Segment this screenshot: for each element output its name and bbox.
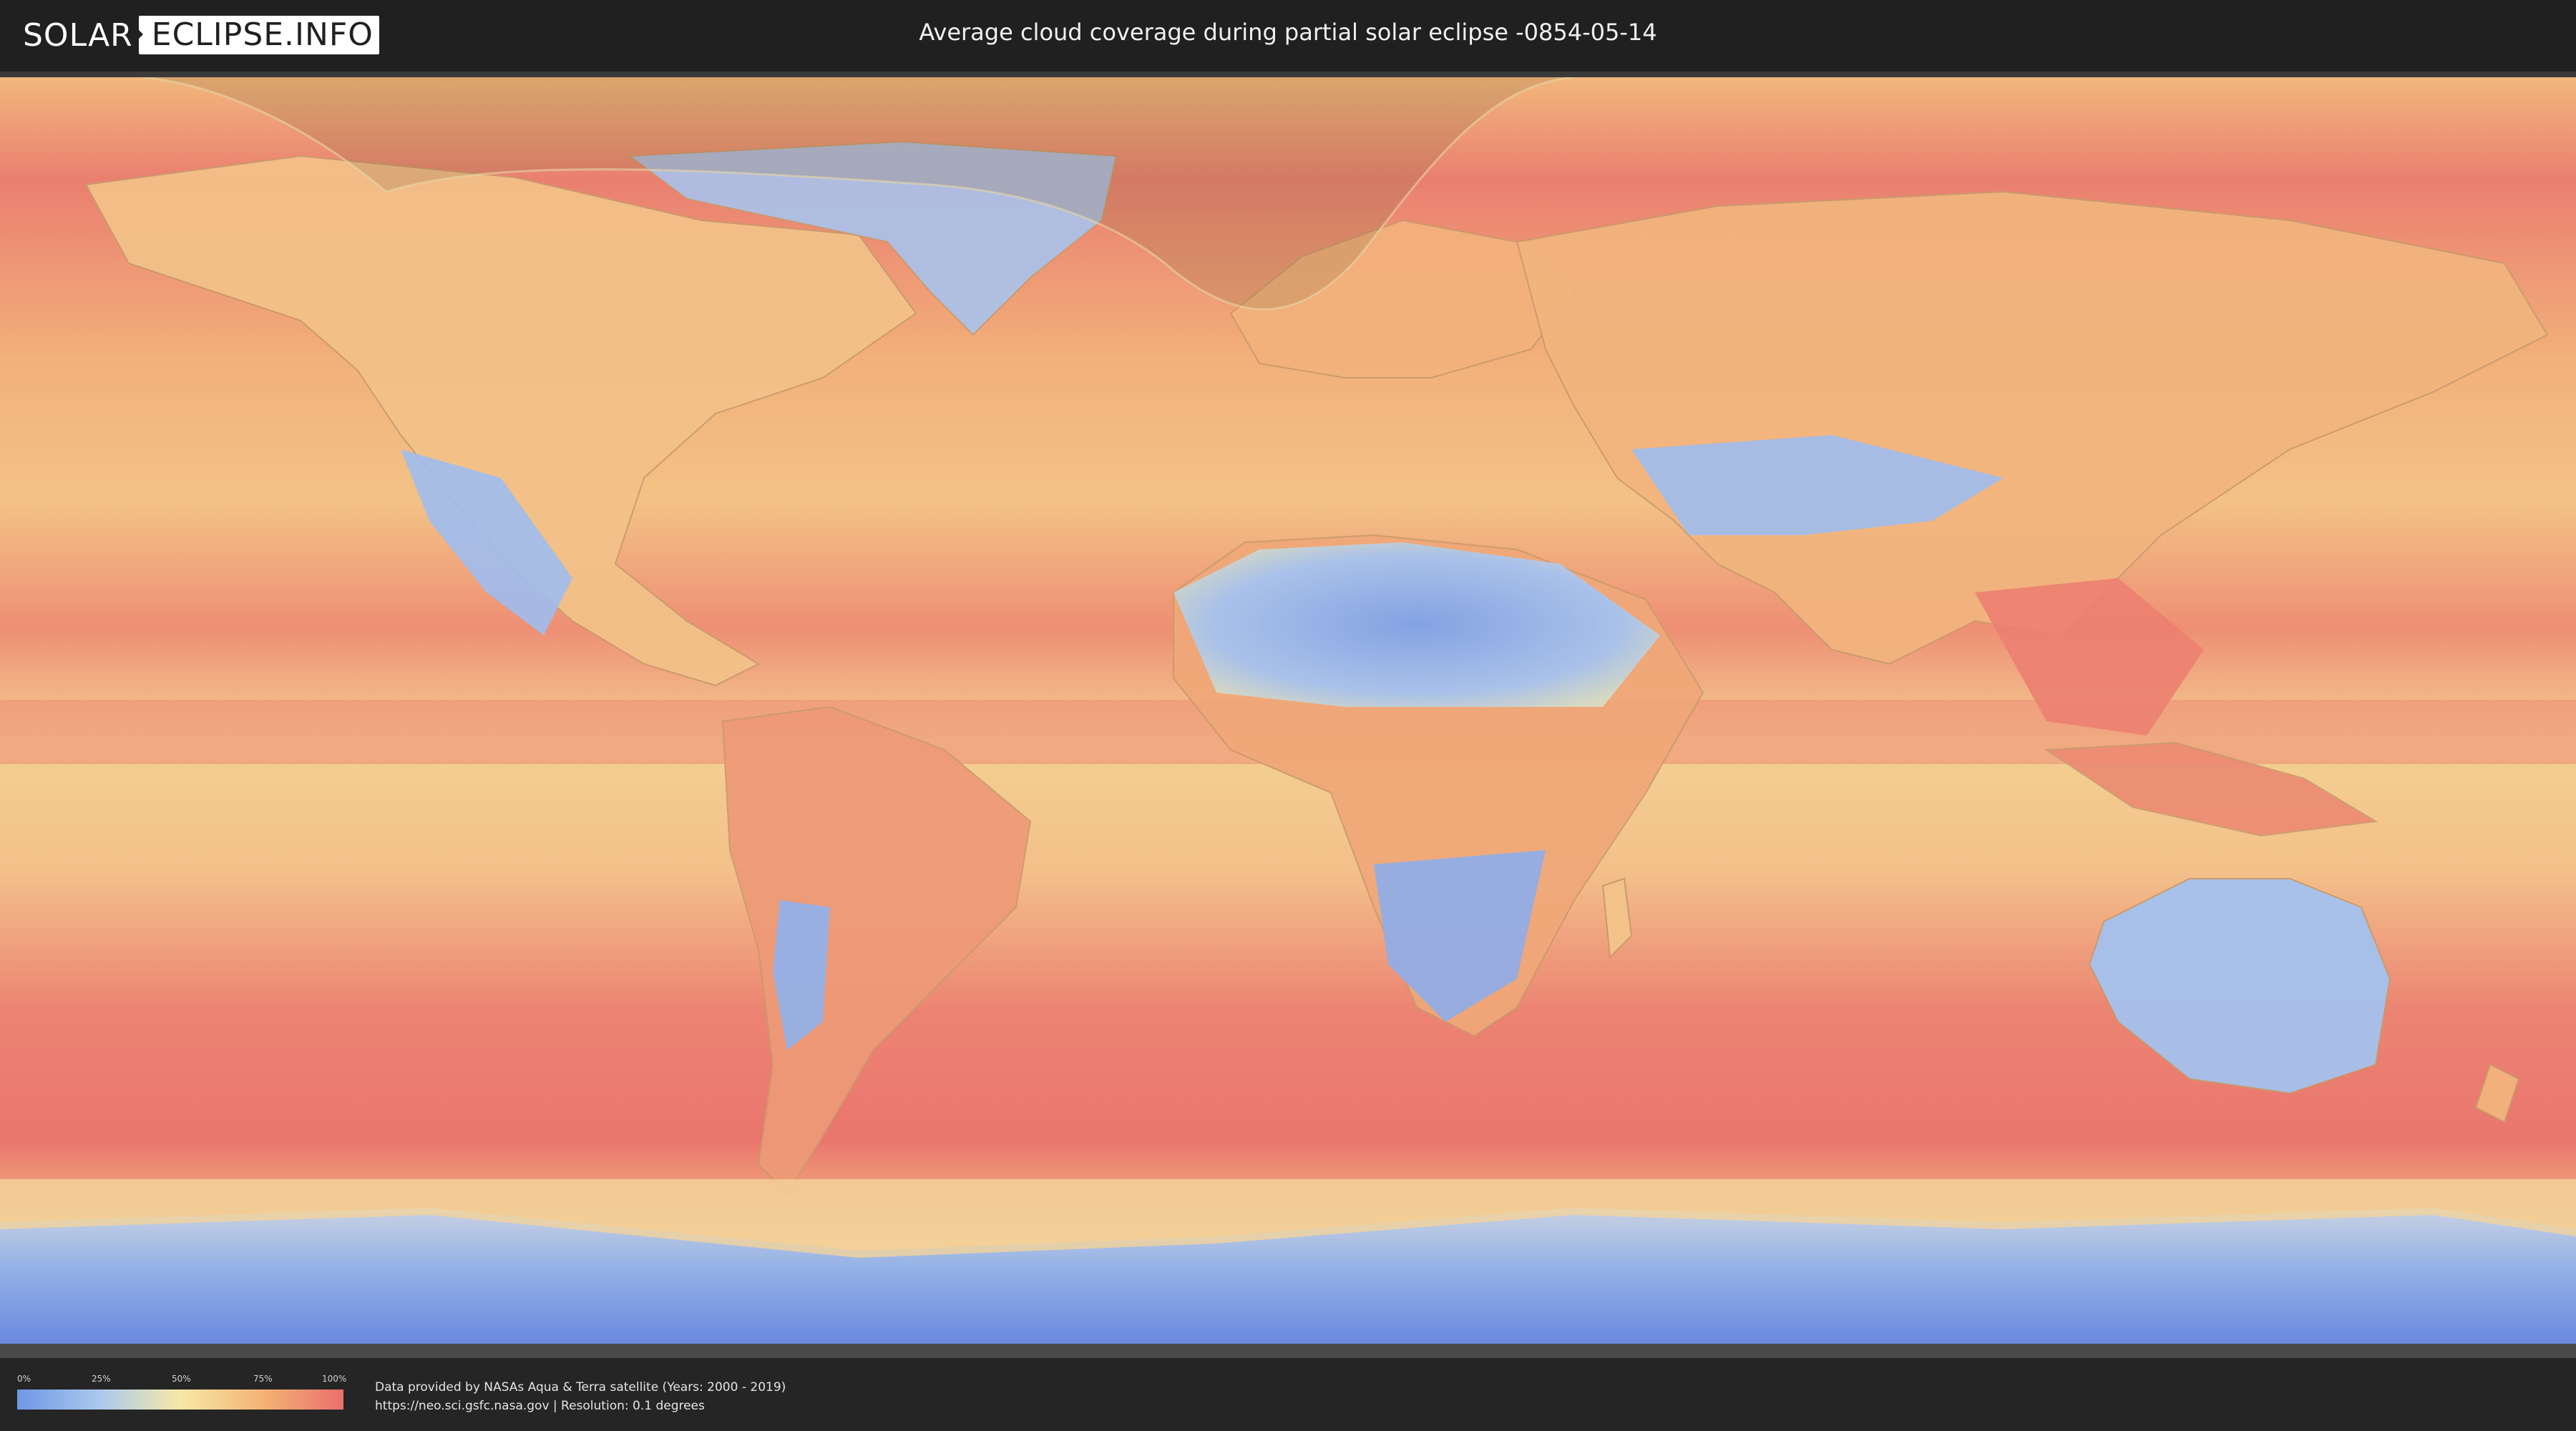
attribution-line-1: Data provided by NASAs Aqua & Terra sate…	[375, 1380, 786, 1395]
cloud-coverage-map[interactable]	[0, 77, 2576, 1358]
legend-tick: 0%	[17, 1374, 31, 1384]
legend-ticks: 0% 25% 50% 75% 100%	[17, 1374, 347, 1387]
data-attribution: Data provided by NASAs Aqua & Terra sate…	[375, 1378, 786, 1415]
header-bar: SOLAR ECLIPSE.INFO Average cloud coverag…	[0, 0, 2576, 72]
cloud-coverage-legend: 0% 25% 50% 75% 100%	[17, 1374, 347, 1410]
map-bottom-edge	[0, 1344, 2576, 1358]
footer-bar: 0% 25% 50% 75% 100% Data provided by NAS…	[0, 1358, 2576, 1431]
legend-tick: 50%	[172, 1374, 191, 1384]
page-title: Average cloud coverage during partial so…	[919, 19, 1657, 46]
world-map-svg	[0, 77, 2576, 1358]
legend-tick: 100%	[322, 1374, 347, 1384]
legend-tick: 75%	[253, 1374, 273, 1384]
attribution-line-2[interactable]: https://neo.sci.gsfc.nasa.gov | Resoluti…	[375, 1397, 786, 1415]
legend-color-bar	[17, 1390, 343, 1410]
legend-tick: 25%	[92, 1374, 111, 1384]
